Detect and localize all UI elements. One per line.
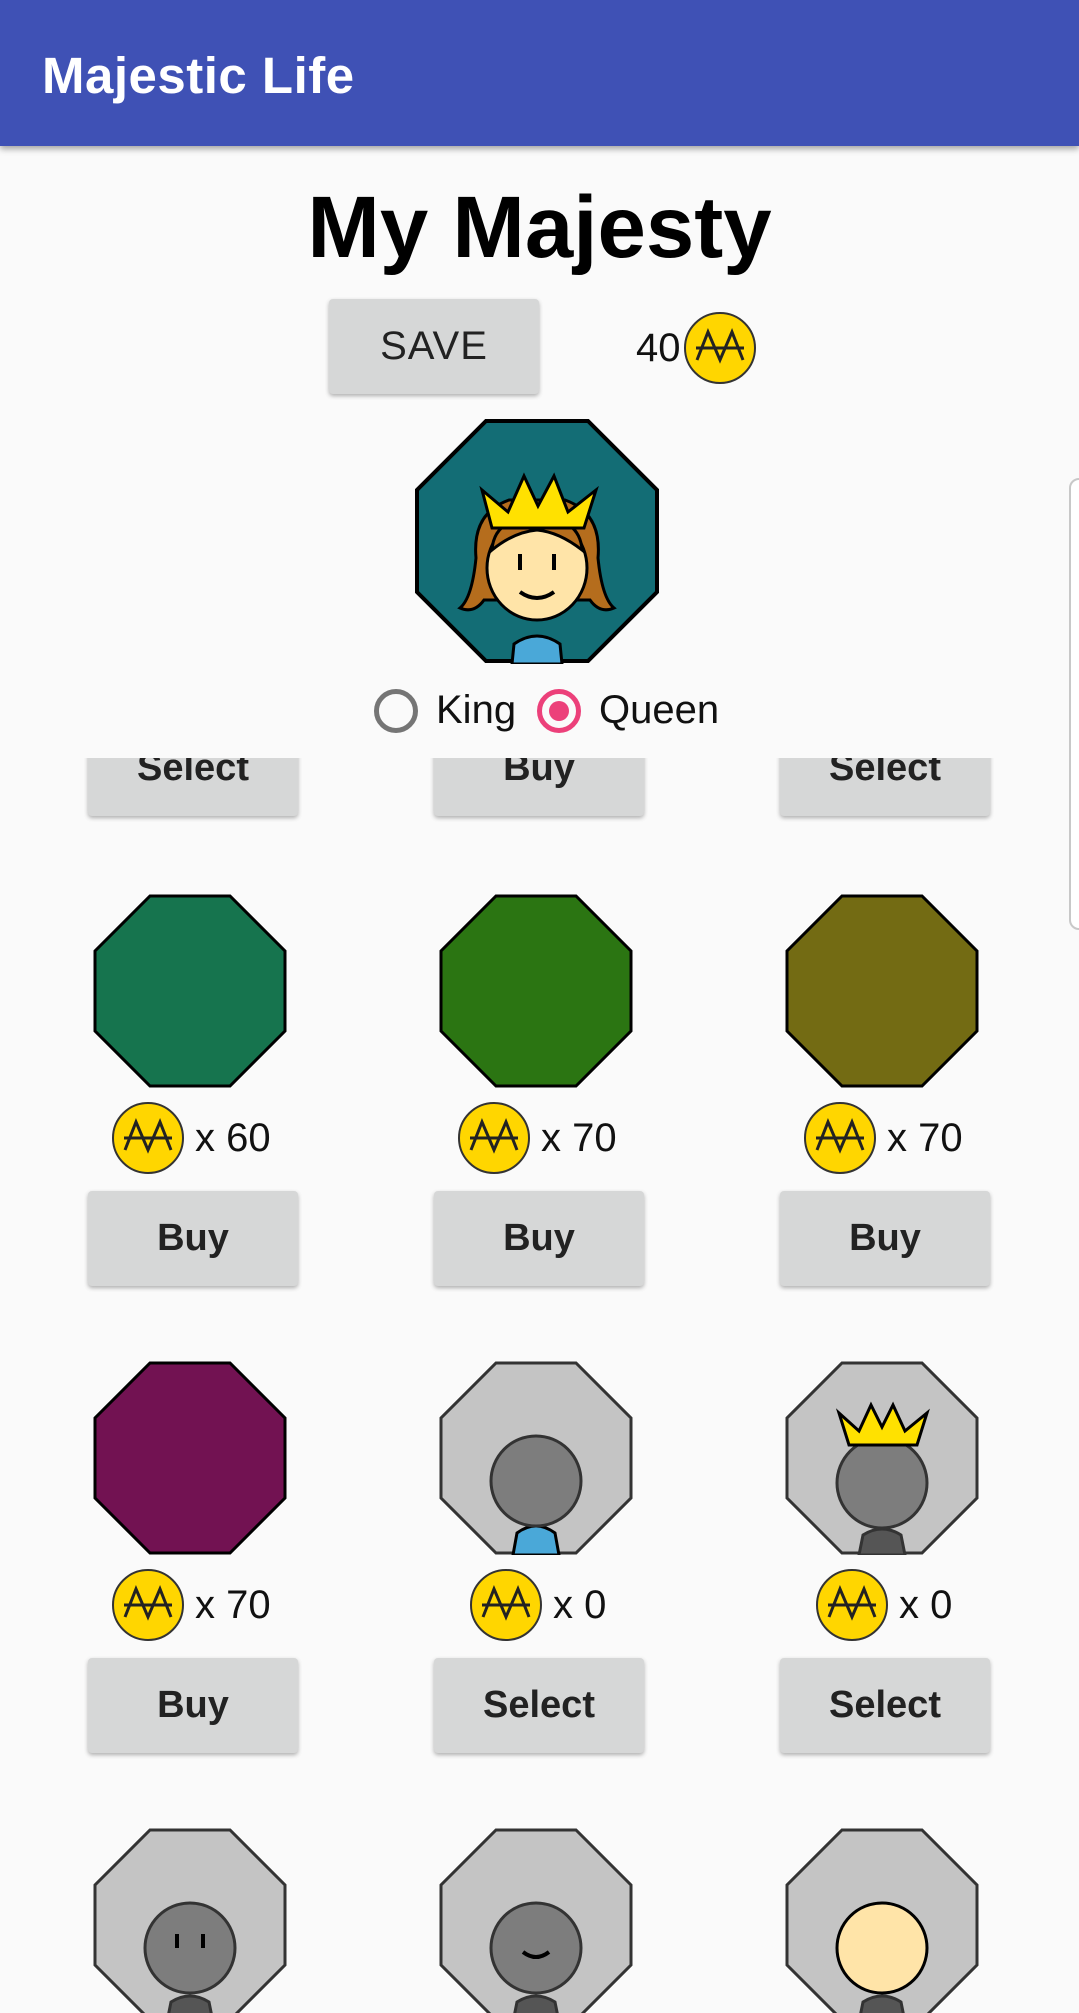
crown-item[interactable] [785, 1361, 979, 1555]
coin-icon [112, 1102, 184, 1174]
buy-button[interactable]: Buy [434, 1191, 644, 1286]
shop-row0-col1-buy-button[interactable]: Buy [434, 758, 644, 816]
price-tag: x 70 [457, 1101, 617, 1175]
buy-button[interactable]: Buy [88, 1658, 298, 1753]
price-label: x 70 [887, 1115, 963, 1160]
shop-row0-col0-select-button[interactable]: Select [88, 758, 298, 816]
queen-radio[interactable]: Queen [537, 688, 719, 733]
coin-icon [112, 1569, 184, 1641]
price-label: x 70 [541, 1115, 617, 1160]
buy-button[interactable]: Buy [780, 1191, 990, 1286]
coin-balance: 40 [636, 326, 681, 370]
coin-icon [684, 312, 756, 384]
king-radio-label: King [436, 688, 517, 732]
coin-icon [458, 1102, 530, 1174]
price-label: x 60 [195, 1115, 271, 1160]
price-tag: x 60 [111, 1101, 271, 1175]
side-panel-handle[interactable] [1069, 478, 1079, 930]
queen-radio-label: Queen [599, 688, 720, 732]
select-button[interactable]: Select [780, 1658, 990, 1753]
skin-tone-item[interactable] [785, 1828, 979, 2013]
purple-background-swatch[interactable] [93, 1361, 287, 1555]
blue-shirt-item[interactable] [439, 1361, 633, 1555]
shop-row0-col2-select-button[interactable]: Select [780, 758, 990, 816]
save-button[interactable]: SAVE [329, 299, 539, 394]
eyes-item[interactable] [93, 1828, 287, 2013]
gender-radio-group: King Queen [0, 688, 1079, 748]
price-label: x 0 [899, 1582, 953, 1627]
app-title: Majestic Life [42, 47, 355, 104]
price-tag: x 0 [815, 1568, 952, 1642]
price-label: x 0 [553, 1582, 607, 1627]
green-background-swatch[interactable] [93, 894, 287, 1088]
price-tag: x 70 [803, 1101, 963, 1175]
page-title: My Majesty [307, 179, 772, 276]
queen-radio-button[interactable] [537, 688, 581, 733]
king-radio[interactable]: King [374, 688, 516, 733]
coin-icon [804, 1102, 876, 1174]
price-tag: x 70 [111, 1568, 271, 1642]
price-tag: x 0 [469, 1568, 606, 1642]
buy-button[interactable]: Buy [88, 1191, 298, 1286]
dark-green-background-swatch[interactable] [439, 894, 633, 1088]
queen-avatar-preview [415, 419, 659, 664]
select-button[interactable]: Select [434, 1658, 644, 1753]
price-label: x 70 [195, 1582, 271, 1627]
olive-background-swatch[interactable] [785, 894, 979, 1088]
coin-icon [470, 1569, 542, 1641]
smile-item[interactable] [439, 1828, 633, 2013]
coin-icon [816, 1569, 888, 1641]
king-radio-button[interactable] [374, 688, 418, 733]
shop-grid[interactable]: Select Buy Select x 60 x 70 x 70 Buy Buy… [0, 758, 1079, 2013]
app-bar: Majestic Life [0, 0, 1079, 146]
